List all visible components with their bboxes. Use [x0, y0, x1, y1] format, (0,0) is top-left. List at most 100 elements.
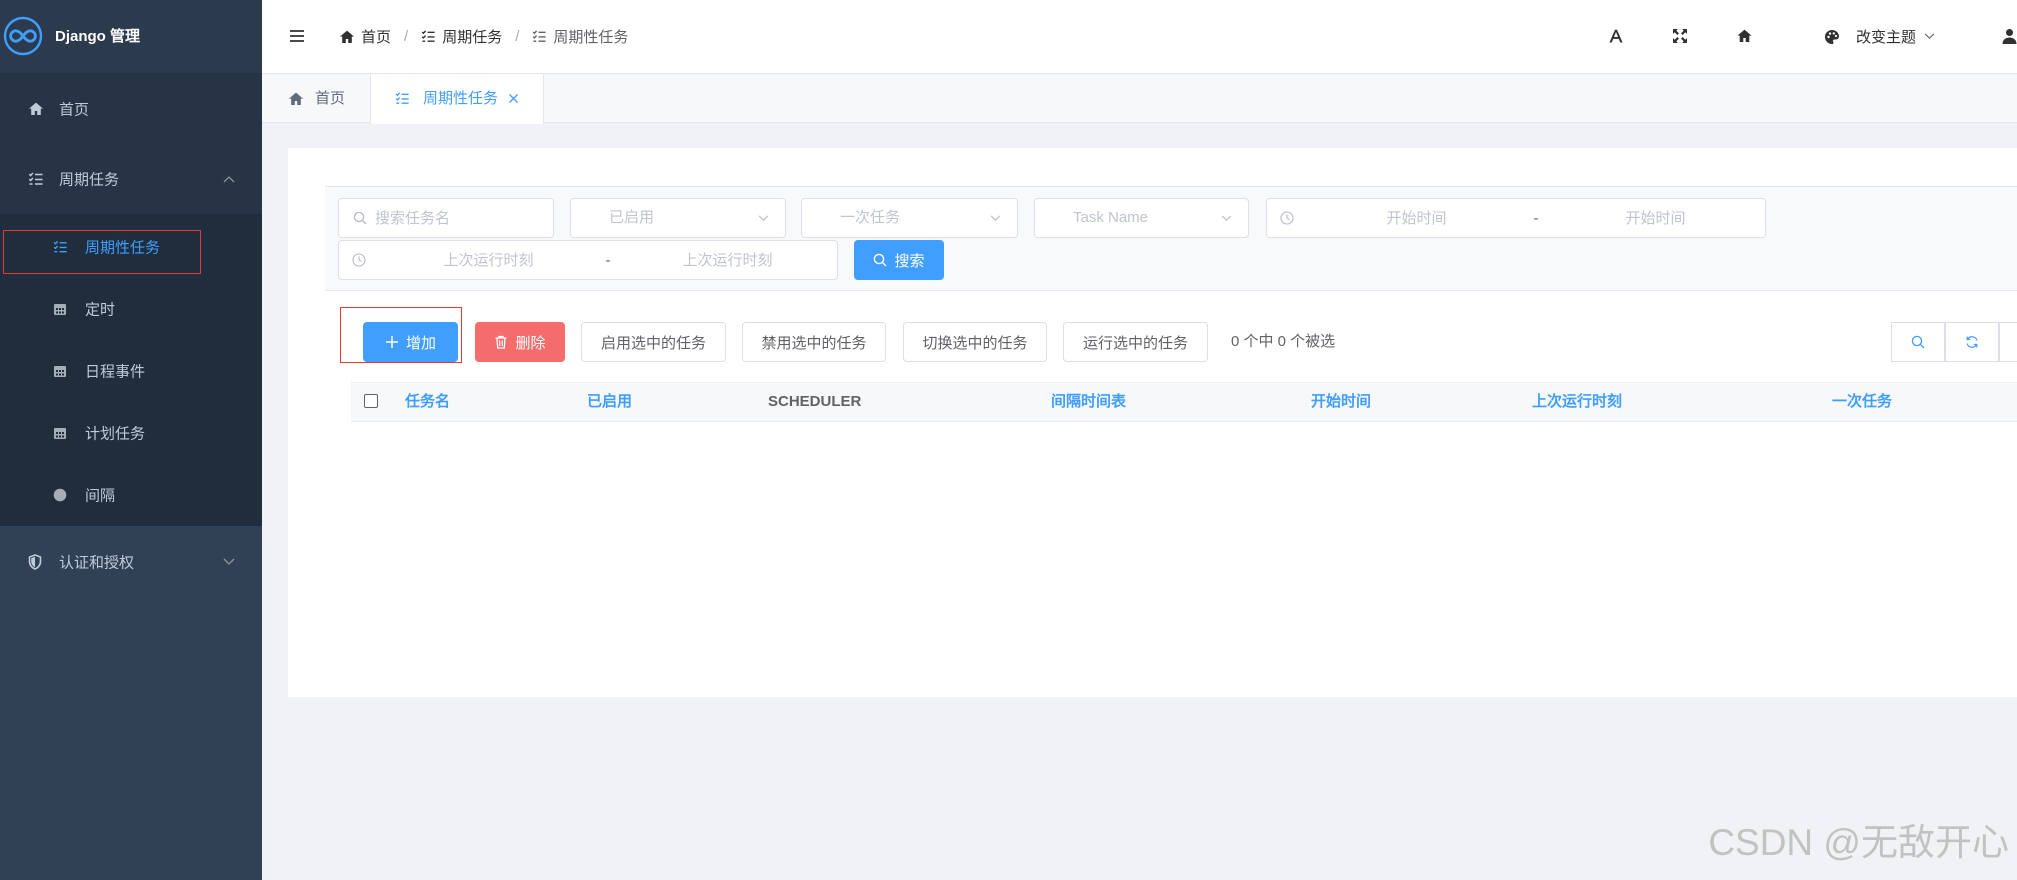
toggle-selected-label: 切换选中的任务 [922, 334, 1028, 352]
chevron-down-icon[interactable] [223, 558, 235, 566]
breadcrumb-item-home[interactable]: 首页 [339, 26, 391, 47]
sidebar-item-periodic-task[interactable]: 周期性任务 [0, 216, 262, 278]
sidebar-item-label: 日程事件 [85, 363, 146, 381]
last-run-from-input[interactable] [379, 241, 598, 279]
chevron-down-icon [1221, 215, 1232, 222]
font-size-icon[interactable] [1608, 28, 1624, 44]
selection-count: 0 个中 0 个被选 [1231, 333, 1336, 350]
range-separator: - [605, 251, 611, 269]
sidebar-item-solar-events[interactable]: 日程事件 [0, 340, 262, 402]
table-toolbar [1891, 322, 2017, 362]
breadcrumb-label: 周期任务 [442, 29, 503, 46]
breadcrumb-label: 周期性任务 [553, 29, 629, 46]
breadcrumb-separator: / [404, 28, 409, 45]
run-selected-label: 运行选中的任务 [1082, 334, 1188, 352]
sidebar-item-label: 认证和授权 [59, 554, 135, 572]
columns-button[interactable] [1999, 322, 2017, 362]
home-icon [288, 91, 304, 107]
hamburger-icon[interactable] [289, 29, 305, 43]
last-run-range-picker[interactable]: - [338, 240, 838, 280]
search-button[interactable]: 搜索 [854, 240, 944, 280]
circle-icon [53, 488, 67, 502]
toggle-search-button[interactable] [1891, 322, 1945, 362]
list-check-icon [532, 29, 547, 44]
search-task-name-input[interactable] [338, 198, 554, 238]
sidebar-item-interval[interactable]: 间隔 [0, 464, 262, 526]
watermark-text: CSDN @无敌开心 [1708, 822, 2009, 863]
column-header-scheduler: SCHEDULER [768, 393, 862, 410]
tab-periodic-task[interactable]: 周期性任务 [370, 74, 544, 124]
enabled-select[interactable]: 已启用 [570, 198, 786, 238]
breadcrumb-label: 首页 [361, 29, 392, 46]
top-navbar: 首页 / 周期任务 / 周期性任务 改变主题 [262, 0, 2017, 74]
sidebar-item-auth[interactable]: 认证和授权 [0, 526, 262, 598]
delete-button[interactable]: 删除 [475, 322, 565, 362]
column-header-start-time[interactable]: 开始时间 [1311, 383, 1371, 421]
tab-label: 周期性任务 [423, 90, 499, 107]
calendar-icon [53, 302, 67, 316]
start-time-from-input[interactable] [1307, 199, 1526, 237]
breadcrumb-item-periodic-tasks[interactable]: 周期任务 [421, 26, 502, 47]
breadcrumb: 首页 / 周期任务 / 周期性任务 [339, 0, 628, 73]
tab-home[interactable]: 首页 [262, 74, 370, 123]
column-header-interval[interactable]: 间隔时间表 [1051, 383, 1126, 421]
user-icon[interactable] [2002, 28, 2017, 44]
tabs-bar: 首页 周期性任务 [262, 74, 2017, 124]
calendar-icon [53, 426, 67, 440]
sidebar-item-label: 定时 [85, 301, 116, 319]
range-separator: - [1533, 209, 1539, 227]
sidebar-item-crontab[interactable]: 计划任务 [0, 402, 262, 464]
refresh-icon [1965, 335, 1979, 349]
sidebar-item-label: 周期任务 [59, 171, 120, 189]
plus-icon [385, 335, 399, 349]
home-icon [339, 29, 355, 45]
clock-icon [1267, 211, 1307, 225]
search-input[interactable] [375, 199, 545, 237]
select-all-checkbox[interactable] [364, 394, 378, 408]
refresh-button[interactable] [1945, 322, 1999, 362]
home-icon [28, 101, 44, 117]
column-header-last-run[interactable]: 上次运行时刻 [1532, 383, 1622, 421]
start-time-to-input[interactable] [1546, 199, 1765, 237]
sidebar-item-home[interactable]: 首页 [0, 73, 262, 144]
tab-label: 首页 [315, 90, 346, 107]
search-icon [873, 253, 887, 267]
enable-selected-button[interactable]: 启用选中的任务 [581, 322, 726, 362]
sidebar: Django 管理 首页 周期任务 周期性任务 定时 日程事件 计划任务 间隔 … [0, 0, 262, 880]
chevron-down-icon [758, 215, 769, 222]
disable-selected-button[interactable]: 禁用选中的任务 [742, 322, 886, 362]
home-icon[interactable] [1736, 28, 1753, 44]
sidebar-item-label: 周期性任务 [85, 239, 161, 257]
column-header-enabled[interactable]: 已启用 [587, 383, 632, 421]
search-icon [353, 211, 367, 225]
select-placeholder: 已启用 [609, 209, 655, 226]
task-name-select[interactable]: Task Name [1034, 198, 1249, 238]
column-header-task-name[interactable]: 任务名 [405, 383, 450, 421]
list-check-icon [395, 91, 410, 106]
close-icon[interactable] [508, 93, 519, 104]
one-off-select[interactable]: 一次任务 [801, 198, 1018, 238]
chevron-up-icon[interactable] [223, 175, 235, 183]
column-header-one-off[interactable]: 一次任务 [1832, 383, 1892, 421]
sidebar-submenu-periodic: 周期性任务 定时 日程事件 计划任务 间隔 [0, 214, 262, 526]
delete-button-label: 删除 [515, 334, 546, 352]
enable-selected-label: 启用选中的任务 [600, 334, 706, 352]
calendar-icon [53, 364, 67, 378]
sidebar-logo[interactable]: Django 管理 [0, 0, 262, 73]
run-selected-button[interactable]: 运行选中的任务 [1063, 322, 1208, 362]
add-button[interactable]: 增加 [363, 322, 458, 362]
infinity-logo-icon [3, 16, 43, 56]
filter-panel: 已启用 一次任务 Task Name - - 搜索 [325, 186, 2017, 291]
breadcrumb-separator: / [515, 28, 520, 45]
trash-icon [494, 335, 508, 349]
sidebar-item-periodic-tasks[interactable]: 周期任务 [0, 144, 262, 214]
sidebar-item-label: 计划任务 [85, 425, 146, 443]
app-title: Django 管理 [55, 28, 140, 45]
breadcrumb-item-periodic-task: 周期性任务 [532, 26, 628, 47]
sidebar-item-clocked[interactable]: 定时 [0, 278, 262, 340]
toggle-selected-button[interactable]: 切换选中的任务 [903, 322, 1047, 362]
theme-switcher[interactable]: 改变主题 [1824, 0, 1935, 73]
start-time-range-picker[interactable]: - [1266, 198, 1766, 238]
last-run-to-input[interactable] [618, 241, 837, 279]
fullscreen-icon[interactable] [1672, 28, 1688, 44]
